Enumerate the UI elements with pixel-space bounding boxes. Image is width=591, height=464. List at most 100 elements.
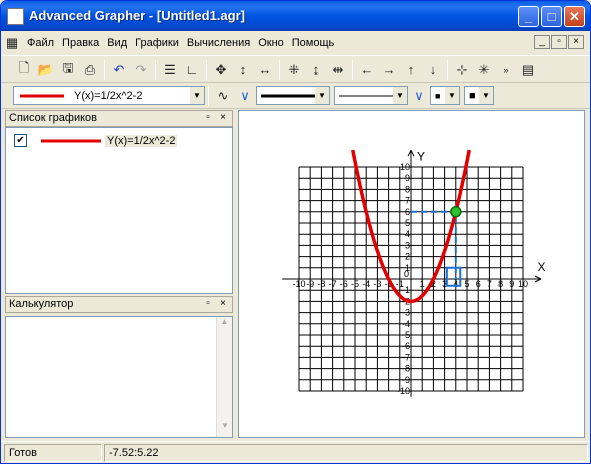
plot-area[interactable]: X Y -10 -9 -8 -7 -6 -5 -4 -3 -2 -1 1 2 3 4 5 6 7 8 9 10 10 9 8 7 6… [238, 110, 585, 438]
window-title: Advanced Grapher - [Untitled1.agr] [29, 8, 245, 23]
graph-checkbox[interactable]: ✔ [14, 134, 27, 147]
x-tick-label: 10 [518, 279, 528, 289]
calculator-panel-header: Калькулятор ▫ × [5, 296, 233, 313]
move-icon[interactable]: ✥ [210, 59, 232, 81]
chevron-down-icon[interactable]: ▼ [315, 87, 329, 104]
print-icon[interactable]: ⎙ [79, 59, 101, 81]
y-tick-label: -7 [402, 352, 410, 362]
menu-help[interactable]: Помощь [288, 37, 339, 49]
arrow-right-icon[interactable]: → [378, 59, 400, 81]
curve-style-icon[interactable]: ∿ [212, 85, 234, 107]
calculator-panel-title: Калькулятор [9, 298, 74, 310]
x-tick-label: 5 [464, 279, 469, 289]
fill-select[interactable]: ■ ▼ [464, 86, 494, 105]
y-tick-label: 10 [400, 162, 410, 172]
save-icon[interactable]: 🖫 [57, 59, 79, 81]
document-icon[interactable]: ▦ [1, 32, 23, 54]
axes-icon[interactable]: ∟ [181, 59, 203, 81]
calculator-area[interactable]: ▲ ▼ [5, 316, 233, 438]
line-width-select[interactable]: ▼ [256, 86, 330, 105]
zoom-fit-icon[interactable]: ✳ [473, 59, 495, 81]
chevron-down-icon[interactable]: ▼ [479, 87, 493, 104]
y-tick-label: -10 [397, 386, 410, 396]
panel-toggle-icon[interactable]: ▤ [517, 59, 539, 81]
square-marker-icon: ■ [435, 90, 441, 101]
graphs-list: ✔ Y(x)=1/2x^2-2 [5, 127, 233, 294]
chevron-down-icon[interactable]: ▼ [445, 87, 459, 104]
scroll-up-icon[interactable]: ▲ [217, 317, 232, 333]
graph-select-value: Y(x)=1/2x^2-2 [74, 89, 143, 102]
y-tick-label: -6 [402, 341, 410, 351]
menu-calculations[interactable]: Вычисления [183, 37, 254, 49]
menu-bar: ▦ Файл Правка Вид Графики Вычисления Окн… [1, 31, 590, 56]
mdi-minimize-button[interactable]: _ [534, 35, 550, 49]
vertical-compress-icon[interactable]: ↨ [305, 59, 327, 81]
menu-edit[interactable]: Правка [58, 37, 103, 49]
y-tick-label: 9 [405, 173, 410, 183]
tangent-icon[interactable]: ∨ [234, 85, 256, 107]
panel-float-icon[interactable]: ▫ [202, 298, 214, 310]
marker-select[interactable]: ■ ▼ [430, 86, 460, 105]
zoom-in-icon[interactable]: ⁜ [283, 59, 305, 81]
graph-select[interactable]: Y(x)=1/2x^2-2 ▼ [13, 86, 205, 105]
status-bar: Готов -7.52:5.22 [1, 441, 590, 463]
app-icon[interactable] [7, 8, 24, 25]
panel-close-icon[interactable]: × [217, 112, 229, 124]
x-tick-label: -9 [306, 279, 314, 289]
panel-float-icon[interactable]: ▫ [202, 112, 214, 124]
y-tick-label: -9 [402, 375, 410, 385]
y-tick-label: 7 [405, 196, 410, 206]
x-tick-label: 7 [487, 279, 492, 289]
menu-file[interactable]: Файл [23, 37, 58, 49]
list-item[interactable]: ✔ Y(x)=1/2x^2-2 [14, 134, 178, 147]
y-tick-label: -4 [402, 319, 410, 329]
menu-window[interactable]: Окно [254, 37, 288, 49]
menu-graphs[interactable]: Графики [131, 37, 183, 49]
chevron-down-icon[interactable]: ▼ [190, 87, 204, 104]
scrollbar[interactable]: ▲ ▼ [216, 317, 232, 437]
chevron-down-icon[interactable]: ▼ [393, 87, 407, 104]
arrow-left-icon[interactable]: ← [356, 59, 378, 81]
graph-canvas[interactable]: XY-10 -9 -8 -7 -6 -5 -4 -3 -2 -1 1 2 3 4 5 6 7 8 9 10109876… [239, 111, 584, 437]
y-tick-label: 2 [405, 252, 410, 262]
y-tick-label: 8 [405, 184, 410, 194]
y-tick-label: 4 [405, 229, 410, 239]
fill-square-icon: ■ [469, 89, 476, 102]
x-tick-label: 6 [476, 279, 481, 289]
x-tick-label: -6 [340, 279, 348, 289]
toolbar-more-icon[interactable]: » [495, 59, 517, 81]
minimize-button[interactable]: _ [518, 6, 539, 27]
title-bar[interactable]: Advanced Grapher - [Untitled1.agr] _ □ ✕ [1, 1, 590, 31]
line-style-select[interactable]: ▼ [334, 86, 408, 105]
graph-list-icon[interactable]: ☰ [159, 59, 181, 81]
close-button[interactable]: ✕ [564, 6, 585, 27]
x-tick-label: -7 [329, 279, 337, 289]
arrow-down-icon[interactable]: ↓ [422, 59, 444, 81]
undo-icon[interactable]: ↶ [108, 59, 130, 81]
horizontal-stretch-icon[interactable]: ↔ [254, 59, 276, 81]
left-pane: Список графиков ▫ × ✔ Y(x)=1/2x^2-2 Каль… [5, 110, 233, 438]
x-tick-label: -4 [362, 279, 370, 289]
menu-view[interactable]: Вид [103, 37, 131, 49]
new-file-icon[interactable]: 🗋 [13, 59, 35, 81]
y-tick-label: -3 [402, 308, 410, 318]
open-folder-icon[interactable]: 📂 [35, 59, 57, 81]
redo-icon[interactable]: ↷ [130, 59, 152, 81]
maximize-button[interactable]: □ [541, 6, 562, 27]
y-tick-label: -8 [402, 364, 410, 374]
tangent-color-icon[interactable]: ∨ [408, 85, 430, 107]
scroll-down-icon[interactable]: ▼ [217, 421, 233, 437]
panel-close-icon[interactable]: × [217, 298, 229, 310]
point-marker [450, 206, 462, 218]
mdi-restore-button[interactable]: ▫ [551, 35, 567, 49]
main-toolbar: 🗋 📂 🖫 ⎙ ↶ ↷ ☰ ∟ ✥ ↕ ↔ ⁜ ↨ ⇹ ← → ↑ ↓ ⊹ ✳ … [1, 57, 590, 83]
arrow-up-icon[interactable]: ↑ [400, 59, 422, 81]
mdi-close-button[interactable]: × [568, 35, 584, 49]
horizontal-compress-icon[interactable]: ⇹ [327, 59, 349, 81]
y-tick-label: 5 [405, 218, 410, 228]
vertical-stretch-icon[interactable]: ↕ [232, 59, 254, 81]
x-tick-label: -10 [292, 279, 305, 289]
y-axis-label: Y [417, 149, 425, 163]
graphs-panel-header: Список графиков ▫ × [5, 110, 233, 127]
crosshair-icon[interactable]: ⊹ [451, 59, 473, 81]
